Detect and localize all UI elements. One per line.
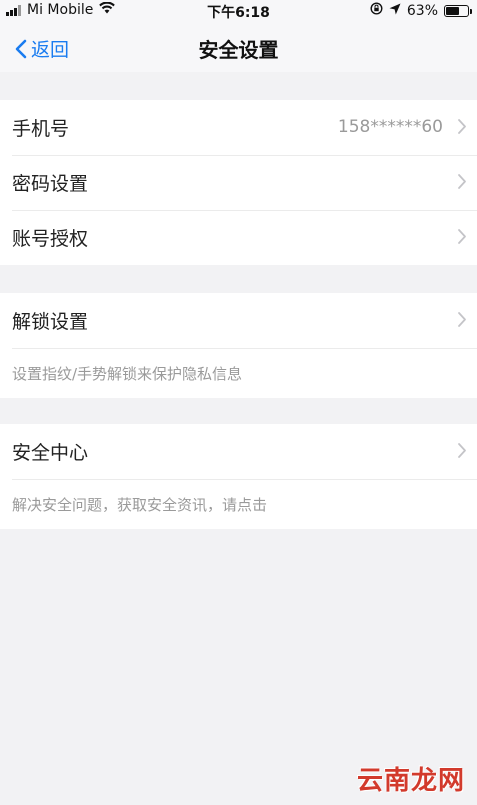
- phone-number-row[interactable]: 手机号 158******60: [0, 100, 477, 155]
- nav-bar: 返回 安全设置: [0, 22, 477, 72]
- account-section: 手机号 158******60 密码设置 账号授权: [0, 100, 477, 265]
- security-center-row[interactable]: 安全中心: [0, 424, 477, 479]
- phone-number-value: 158******60: [337, 117, 443, 137]
- unlock-settings-label: 解锁设置: [12, 311, 89, 333]
- account-authorization-row[interactable]: 账号授权: [0, 210, 477, 265]
- battery-icon: [444, 4, 472, 17]
- status-right: 63%: [370, 2, 472, 19]
- phone-number-label: 手机号: [12, 118, 70, 140]
- security-center-section: 安全中心 解决安全问题，获取安全资讯，请点击: [0, 424, 477, 529]
- chevron-right-icon: [458, 119, 466, 134]
- security-center-label: 安全中心: [12, 442, 89, 464]
- battery-percent: 63%: [406, 2, 438, 19]
- orientation-lock-icon: [370, 2, 383, 19]
- unlock-section: 解锁设置 设置指纹/手势解锁来保护隐私信息: [0, 293, 477, 398]
- chevron-right-icon: [458, 229, 466, 244]
- watermark-logo: 云南龙网: [356, 766, 465, 796]
- security-center-hint: 解决安全问题，获取安全资讯，请点击: [0, 479, 477, 529]
- unlock-settings-hint: 设置指纹/手势解锁来保护隐私信息: [0, 348, 477, 398]
- password-settings-label: 密码设置: [12, 173, 89, 195]
- unlock-settings-row[interactable]: 解锁设置: [0, 293, 477, 348]
- page-title: 安全设置: [198, 38, 279, 62]
- location-arrow-icon: [389, 3, 401, 19]
- chevron-right-icon: [458, 443, 466, 458]
- chevron-right-icon: [458, 174, 466, 189]
- password-settings-row[interactable]: 密码设置: [0, 155, 477, 210]
- screen: Mi Mobile 下午6:18 63% 返回 安全设置 手机号 158****…: [0, 0, 477, 805]
- account-authorization-label: 账号授权: [12, 228, 89, 250]
- chevron-right-icon: [458, 312, 466, 327]
- status-bar: Mi Mobile 下午6:18 63%: [0, 0, 477, 22]
